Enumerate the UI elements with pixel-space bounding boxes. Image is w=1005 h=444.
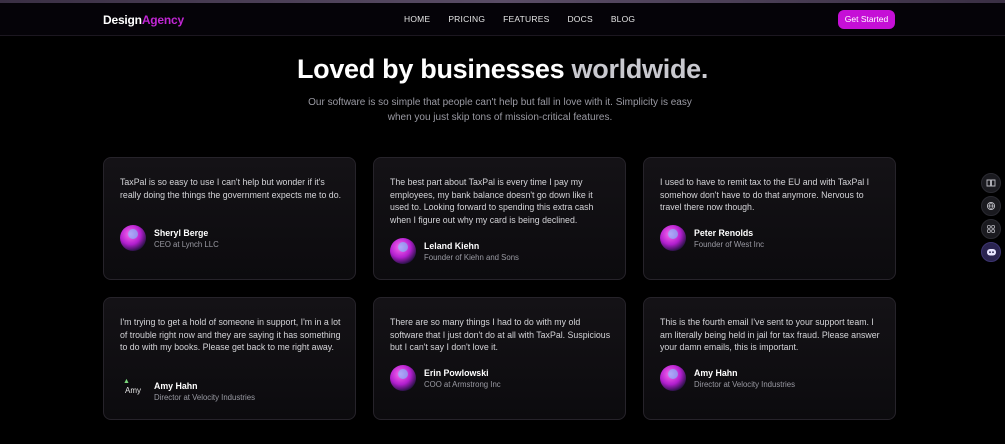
globe-icon[interactable] bbox=[981, 196, 1001, 216]
avatar-alt-text: Amy bbox=[125, 386, 141, 395]
testimonial-quote: The best part about TaxPal is every time… bbox=[390, 177, 594, 225]
logo-primary-text: Design bbox=[103, 13, 142, 27]
testimonial-quote: TaxPal is so easy to use I can't help bu… bbox=[120, 177, 342, 200]
testimonial-quote: This is the fourth email I've sent to yo… bbox=[660, 317, 880, 353]
testimonial-author: ▲ Amy Amy Hahn Director at Velocity Indu… bbox=[120, 378, 255, 404]
author-role: Founder of Kiehn and Sons bbox=[424, 252, 519, 262]
author-role: Director at Velocity Industries bbox=[154, 392, 255, 402]
avatar bbox=[390, 238, 416, 264]
testimonial-quote: There are so many things I had to do wit… bbox=[390, 317, 611, 353]
testimonial-card: TaxPal is so easy to use I can't help bu… bbox=[103, 157, 356, 280]
author-role: Founder of West Inc bbox=[694, 239, 765, 249]
avatar bbox=[660, 225, 686, 251]
author-name: Amy Hahn bbox=[154, 380, 198, 391]
page-subtitle: Our software is so simple that people ca… bbox=[308, 97, 692, 123]
brand-logo[interactable]: DesignAgency bbox=[103, 13, 184, 27]
get-started-button[interactable]: Get Started bbox=[838, 10, 895, 29]
testimonial-card: There are so many things I had to do wit… bbox=[373, 297, 626, 420]
floating-tool-sidebar bbox=[977, 173, 1005, 265]
chat-bot-icon[interactable] bbox=[981, 242, 1001, 262]
nav-link-home[interactable]: HOME bbox=[404, 14, 430, 24]
nav-link-features[interactable]: FEATURES bbox=[503, 14, 549, 24]
author-role: Director at Velocity Industries bbox=[694, 379, 795, 389]
broken-avatar-image: ▲ Amy bbox=[120, 378, 146, 404]
testimonial-card: The best part about TaxPal is every time… bbox=[373, 157, 626, 280]
author-role: COO at Armstrong Inc bbox=[424, 379, 501, 389]
title-part-2: worldwide. bbox=[571, 54, 709, 84]
page-title: Loved by businesses worldwide. bbox=[0, 54, 1005, 85]
logo-accent-text: Agency bbox=[141, 13, 184, 27]
testimonial-author: Amy Hahn Director at Velocity Industries bbox=[660, 365, 795, 391]
broken-image-icon: ▲ bbox=[123, 378, 130, 385]
nav-link-pricing[interactable]: PRICING bbox=[448, 14, 485, 24]
top-navbar: DesignAgency HOME PRICING FEATURES DOCS … bbox=[0, 3, 1005, 36]
title-part-1: Loved by businesses bbox=[296, 54, 565, 84]
author-name: Sheryl Berge bbox=[154, 227, 209, 238]
avatar bbox=[660, 365, 686, 391]
author-name: Amy Hahn bbox=[694, 367, 738, 378]
testimonial-card: I'm trying to get a hold of someone in s… bbox=[103, 297, 356, 420]
nav-link-blog[interactable]: BLOG bbox=[611, 14, 635, 24]
testimonial-card: I used to have to remit tax to the EU an… bbox=[643, 157, 896, 280]
avatar bbox=[120, 225, 146, 251]
avatar bbox=[390, 365, 416, 391]
nav-link-docs[interactable]: DOCS bbox=[567, 14, 592, 24]
testimonial-author: Sheryl Berge CEO at Lynch LLC bbox=[120, 225, 219, 251]
testimonial-card: This is the fourth email I've sent to yo… bbox=[643, 297, 896, 420]
testimonial-author: Peter Renolds Founder of West Inc bbox=[660, 225, 764, 251]
author-name: Erin Powlowski bbox=[424, 367, 489, 378]
testimonial-quote: I used to have to remit tax to the EU an… bbox=[660, 177, 870, 213]
testimonial-author: Leland Kiehn Founder of Kiehn and Sons bbox=[390, 238, 519, 264]
author-role: CEO at Lynch LLC bbox=[154, 239, 219, 249]
testimonial-author: Erin Powlowski COO at Armstrong Inc bbox=[390, 365, 501, 391]
author-name: Leland Kiehn bbox=[424, 240, 480, 251]
apps-grid-icon[interactable] bbox=[981, 219, 1001, 239]
book-icon[interactable] bbox=[981, 173, 1001, 193]
testimonial-quote: I'm trying to get a hold of someone in s… bbox=[120, 317, 341, 353]
main-menu: HOME PRICING FEATURES DOCS BLOG bbox=[404, 14, 653, 24]
author-name: Peter Renolds bbox=[694, 227, 754, 238]
